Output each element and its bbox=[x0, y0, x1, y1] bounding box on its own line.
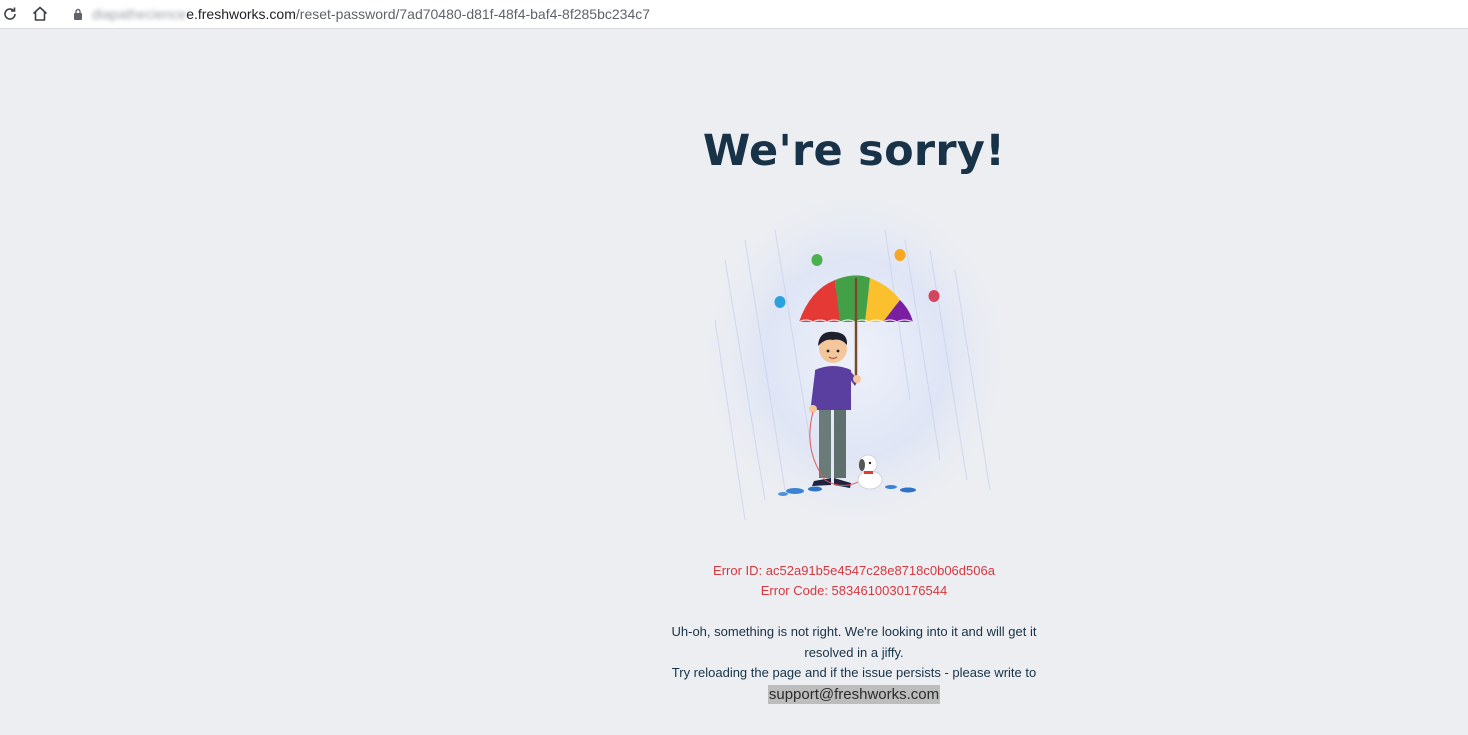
error-code: Error Code: 5834610030176544 bbox=[760, 583, 948, 598]
home-icon[interactable] bbox=[30, 4, 50, 24]
error-details: Error ID: ac52a91b5e4547c28e8718c0b06d50… bbox=[555, 561, 1153, 601]
url-blurred-subdomain: diapathecience bbox=[92, 6, 187, 22]
address-bar-url[interactable]: diapatheciencee.freshworks.com/reset-pas… bbox=[92, 6, 650, 22]
umbrella-boy-illustration bbox=[705, 200, 1005, 530]
error-page: We're sorry! Error ID: ac52a91b5e4547c28… bbox=[0, 30, 1468, 735]
url-path: /reset-password/7ad70480-d81f-48f4-baf4-… bbox=[295, 6, 651, 22]
message-line-2: Try reloading the page and if the issue … bbox=[671, 665, 1037, 680]
page-title: We're sorry! bbox=[702, 126, 1006, 176]
lock-icon[interactable] bbox=[72, 7, 84, 21]
error-message: Uh-oh, something is not right. We're loo… bbox=[654, 622, 1054, 705]
browser-toolbar: diapatheciencee.freshworks.com/reset-pas… bbox=[0, 0, 1468, 29]
message-line-1: Uh-oh, something is not right. We're loo… bbox=[671, 624, 1037, 660]
url-host: e.freshworks.com bbox=[186, 6, 296, 22]
support-email-link[interactable]: support@freshworks.com bbox=[767, 684, 941, 704]
error-id: Error ID: ac52a91b5e4547c28e8718c0b06d50… bbox=[713, 563, 995, 578]
reload-icon[interactable] bbox=[0, 4, 20, 24]
